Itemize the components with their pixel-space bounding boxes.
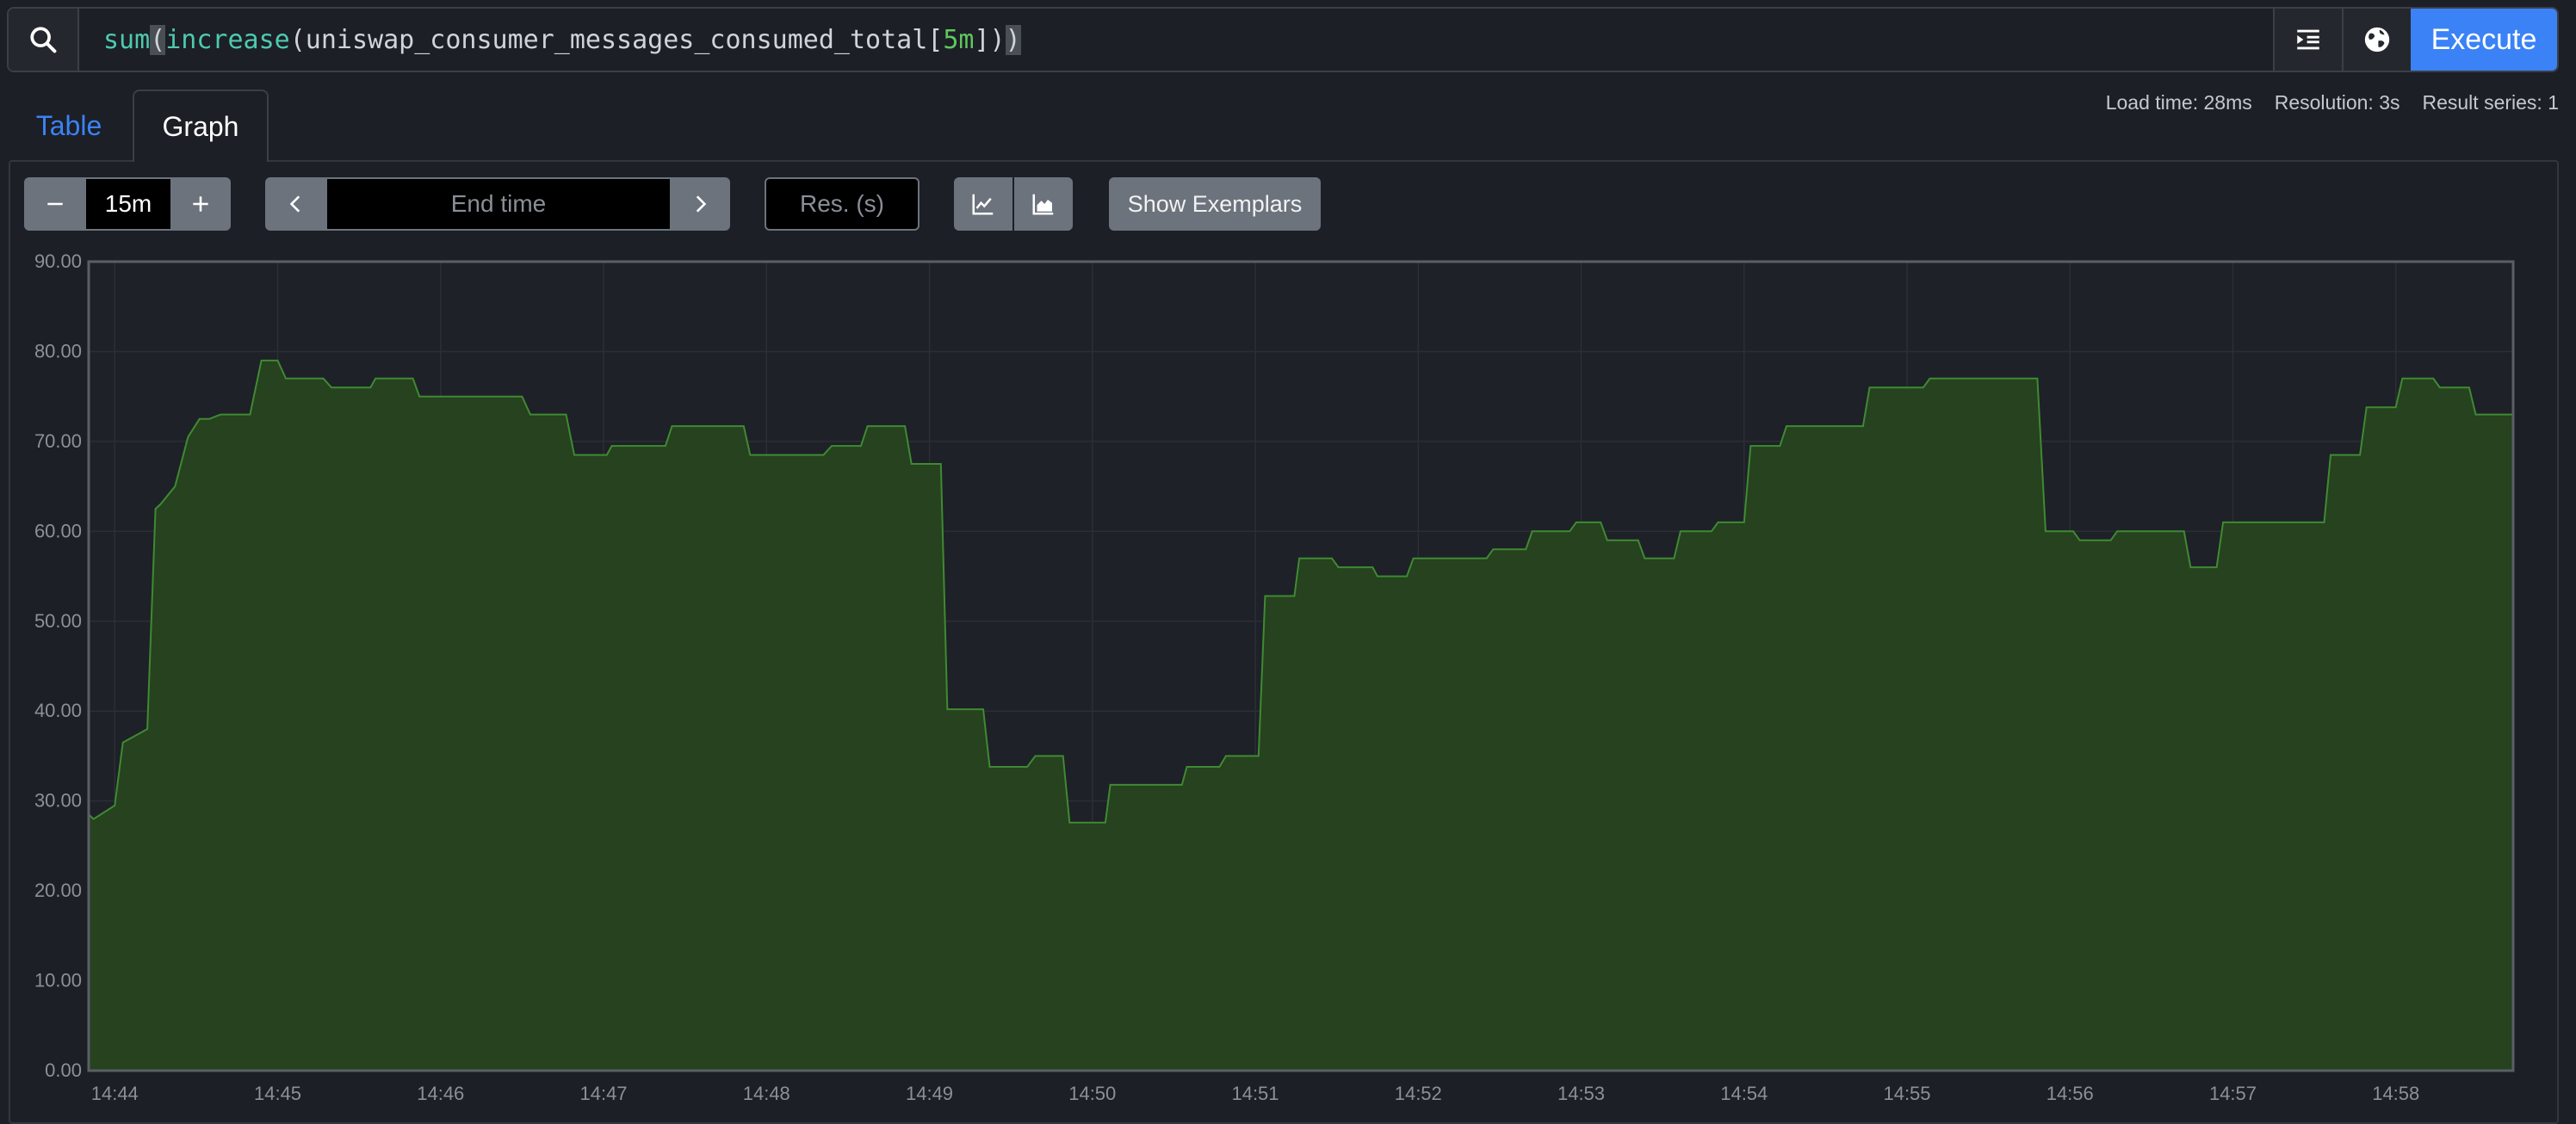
range-input[interactable]: 15m <box>86 177 170 231</box>
chevron-right-icon <box>696 195 707 213</box>
query-token: ) <box>1005 24 1021 55</box>
format-query-button[interactable] <box>2273 9 2342 71</box>
globe-icon <box>2364 27 2390 52</box>
search-icon <box>9 9 79 71</box>
range-decrease-button[interactable] <box>24 177 86 231</box>
query-token: 5m <box>943 24 975 55</box>
graph-panel <box>9 160 2559 1124</box>
tab-graph[interactable]: Graph <box>133 90 269 162</box>
query-token: ( <box>150 24 166 55</box>
execute-button[interactable]: Execute <box>2411 9 2557 71</box>
minus-icon <box>47 202 63 206</box>
format-indent-icon <box>2297 29 2319 50</box>
query-token: sum <box>103 24 151 55</box>
end-time-input[interactable]: End time <box>327 177 670 231</box>
tab-table[interactable]: Table <box>15 90 122 162</box>
resolution-stat: Resolution: 3s <box>2274 91 2400 114</box>
query-input[interactable]: sum(increase (uniswap_consumer_messages_c… <box>79 9 2273 71</box>
query-token: increase <box>165 24 290 55</box>
metrics-explorer-button[interactable] <box>2342 9 2411 71</box>
end-time-back-button[interactable] <box>265 177 327 231</box>
show-exemplars-button[interactable]: Show Exemplars <box>1109 177 1321 231</box>
query-token: ]) <box>974 24 1006 55</box>
query-token: (uniswap_consumer_messages_consumed_tota… <box>289 24 944 55</box>
stacked-chart-button[interactable] <box>1014 177 1073 231</box>
graph-controls: 15m End time Res. (s) Show Exemplars <box>0 177 2576 232</box>
chevron-left-icon <box>289 195 300 213</box>
plus-icon <box>193 196 208 212</box>
query-stats: Load time: 28ms Resolution: 3s Result se… <box>2106 91 2559 114</box>
line-chart-button[interactable] <box>954 177 1012 231</box>
area-chart-icon <box>1032 194 1054 215</box>
result-series: Result series: 1 <box>2422 91 2559 114</box>
resolution-input[interactable]: Res. (s) <box>765 177 920 231</box>
end-time-forward-button[interactable] <box>670 177 730 231</box>
line-chart-icon <box>972 194 994 215</box>
query-bar: sum(increase (uniswap_consumer_messages_c… <box>7 7 2559 72</box>
range-increase-button[interactable] <box>170 177 231 231</box>
load-time: Load time: 28ms <box>2105 91 2252 114</box>
